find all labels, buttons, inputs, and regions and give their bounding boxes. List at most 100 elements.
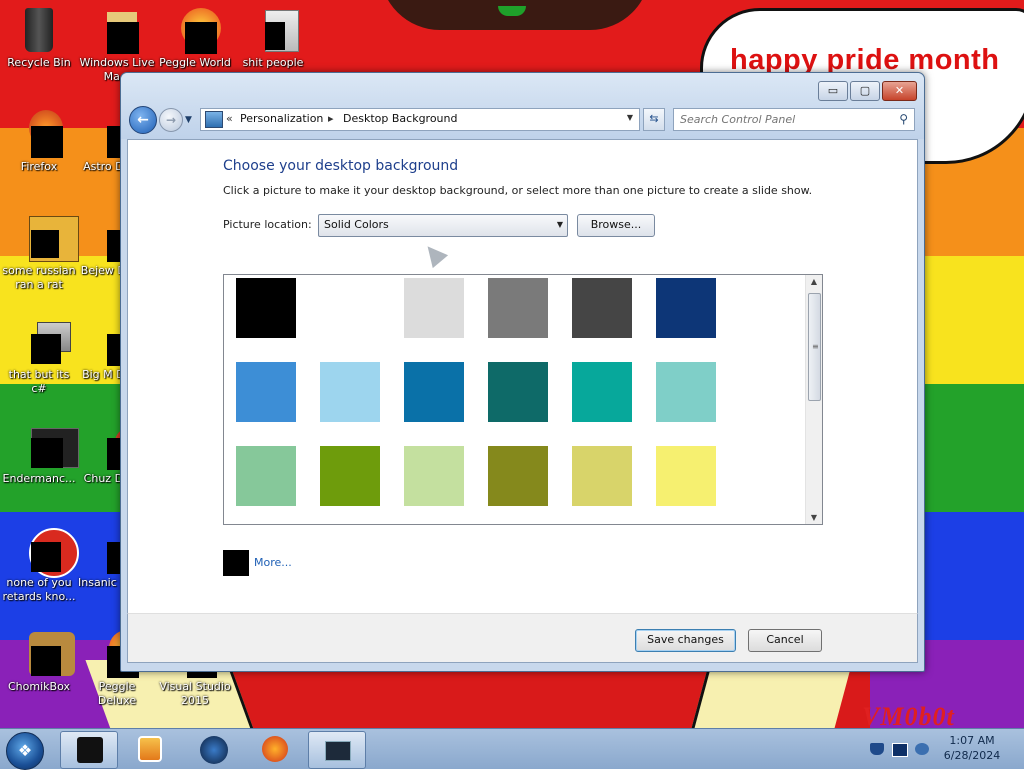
desktop-icon-endermanch[interactable]: Endermanc... xyxy=(0,422,79,486)
search-icon[interactable]: ⚲ xyxy=(899,112,908,126)
browse-button[interactable]: Browse... xyxy=(577,214,655,237)
more-color-preview[interactable] xyxy=(223,550,249,576)
desktop-icon-firefox[interactable]: Firefox xyxy=(0,110,78,174)
desktop-icon-label: shit people xyxy=(242,56,304,69)
window-icon xyxy=(15,318,71,366)
breadcrumb-personalization[interactable]: Personalization xyxy=(240,112,323,125)
color-swatch[interactable] xyxy=(236,278,296,338)
start-button[interactable]: ❖ xyxy=(6,732,44,770)
app-icon xyxy=(15,422,79,470)
page-title: Choose your desktop background xyxy=(223,158,459,174)
color-swatch[interactable] xyxy=(488,446,548,506)
refresh-icon: ⇆ xyxy=(649,112,659,125)
volume-icon[interactable] xyxy=(915,743,929,755)
desktop-icon-label: that but its c# xyxy=(8,368,70,395)
desktop-icon-label: Peggle Deluxe xyxy=(97,680,137,707)
forward-arrow-icon: → xyxy=(165,113,177,127)
color-swatch[interactable] xyxy=(572,362,632,422)
mouse-cursor-icon xyxy=(419,239,449,269)
scrollbar-thumb[interactable]: ≡ xyxy=(808,293,821,401)
desktop-icon-none-of-you[interactable]: none of you retards kno... xyxy=(0,526,79,604)
refresh-button[interactable]: ⇆ xyxy=(643,108,665,131)
breadcrumb-overflow[interactable]: « xyxy=(226,112,233,125)
firefox-icon xyxy=(15,110,63,158)
peggle-icon xyxy=(171,6,221,54)
color-swatch[interactable] xyxy=(572,446,632,506)
desktop-background-window: ▭ ▢ ✕ ← → ▼ « Personalization ▸ Desktop … xyxy=(120,72,925,672)
recycle-bin-icon xyxy=(15,6,63,54)
address-bar[interactable]: « Personalization ▸ Desktop Background ▼ xyxy=(200,108,640,131)
address-dropdown-icon[interactable]: ▼ xyxy=(627,113,633,122)
color-swatch[interactable] xyxy=(404,362,464,422)
maximize-button[interactable]: ▢ xyxy=(850,81,880,101)
more-colors-link[interactable]: More... xyxy=(254,556,292,569)
windows-logo-icon: ❖ xyxy=(17,741,33,760)
taskbar: ❖ 1:07 AM 6/28/2024 xyxy=(0,728,1024,770)
search-input[interactable] xyxy=(680,111,885,127)
media-player-icon xyxy=(138,736,162,762)
taskbar-app-media-player[interactable] xyxy=(120,731,176,767)
grip-icon: ≡ xyxy=(812,342,819,351)
picture-location-dropdown[interactable]: Solid Colors ▼ xyxy=(318,214,568,237)
desktop-icon-folder[interactable]: shit people xyxy=(234,6,312,70)
forward-button[interactable]: → xyxy=(159,108,183,132)
desktop-icon-label: none of you retards kno... xyxy=(2,576,76,603)
save-changes-button[interactable]: Save changes xyxy=(635,629,736,652)
color-swatch[interactable] xyxy=(656,446,716,506)
color-swatch[interactable] xyxy=(320,362,380,422)
globe-icon xyxy=(200,736,228,764)
color-swatch[interactable] xyxy=(236,446,296,506)
desktop-icon-chomikbox[interactable]: ChomikBox xyxy=(0,630,78,694)
network-icon[interactable] xyxy=(892,743,908,757)
dialog-footer: Save changes Cancel xyxy=(127,613,918,663)
taskbar-app-firefox[interactable] xyxy=(246,731,302,767)
close-icon: ✕ xyxy=(894,84,905,97)
back-arrow-icon: ← xyxy=(137,112,149,128)
color-swatch[interactable] xyxy=(320,446,380,506)
chevron-down-icon: ▼ xyxy=(556,220,563,229)
desktop-icon-that-but-csharp[interactable]: that but its c# xyxy=(0,318,78,396)
desktop-icon-some-russian[interactable]: some russian ran a rat xyxy=(0,214,79,292)
taskbar-app-explorer[interactable] xyxy=(60,731,118,769)
cancel-button[interactable]: Cancel xyxy=(748,629,822,652)
color-swatch[interactable] xyxy=(656,362,716,422)
color-swatch[interactable] xyxy=(236,362,296,422)
desktop-icon-label: Peggle World xyxy=(159,56,231,69)
search-box[interactable]: ⚲ xyxy=(673,108,915,131)
minimize-button[interactable]: ▭ xyxy=(818,81,848,101)
breadcrumb-arrow[interactable]: ▸ xyxy=(328,112,334,125)
taskbar-app-globe[interactable] xyxy=(184,731,240,767)
back-button[interactable]: ← xyxy=(129,106,157,134)
folder-icon xyxy=(249,6,299,54)
desktop-icon-recycle-bin[interactable]: Recycle Bin xyxy=(0,6,78,70)
taskbar-app-control-panel[interactable] xyxy=(308,731,366,769)
desktop-icon-peggle-world[interactable]: Peggle World xyxy=(156,6,234,70)
desktop-icon-label: Recycle Bin xyxy=(7,56,71,69)
scroll-down-icon[interactable]: ▼ xyxy=(806,513,822,522)
system-clock[interactable]: 1:07 AM 6/28/2024 xyxy=(936,733,1008,763)
desktop-icon-label: some russian ran a rat xyxy=(2,264,76,291)
control-panel-icon xyxy=(205,111,223,128)
color-swatch[interactable] xyxy=(488,362,548,422)
picture-location-value: Solid Colors xyxy=(324,218,389,231)
recent-pages-dropdown[interactable]: ▼ xyxy=(185,115,192,125)
breadcrumb-desktop-background[interactable]: Desktop Background xyxy=(343,112,458,125)
action-center-icon[interactable] xyxy=(870,743,884,755)
color-swatch[interactable] xyxy=(404,446,464,506)
close-button[interactable]: ✕ xyxy=(882,81,917,101)
color-swatch[interactable] xyxy=(488,278,548,338)
clock-date: 6/28/2024 xyxy=(943,749,1001,762)
scroll-up-icon[interactable]: ▲ xyxy=(806,277,822,286)
color-swatch[interactable] xyxy=(320,278,380,338)
minimize-icon: ▭ xyxy=(827,84,839,97)
color-swatch[interactable] xyxy=(656,278,716,338)
desktop-icon-label: Endermanc... xyxy=(2,472,76,485)
color-swatch-gallery: ▲ ≡ ▼ xyxy=(223,274,823,525)
mail-icon xyxy=(93,6,141,54)
gallery-scrollbar[interactable]: ▲ ≡ ▼ xyxy=(805,275,822,524)
maximize-icon: ▢ xyxy=(859,84,871,97)
desktop-icon-label: Visual Studio 2015 xyxy=(159,680,231,707)
color-swatch[interactable] xyxy=(572,278,632,338)
clock-time: 1:07 AM xyxy=(949,734,995,747)
color-swatch[interactable] xyxy=(404,278,464,338)
